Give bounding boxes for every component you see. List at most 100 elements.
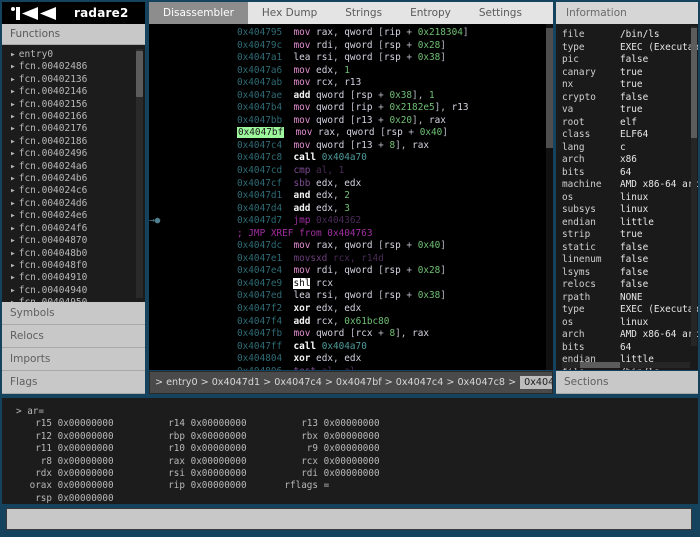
disassembly-line[interactable]: 0x404804 xor edx, edx (149, 353, 553, 366)
disassembly-line[interactable]: 0x4047d4 add edx, 3 (149, 203, 553, 216)
instruction-address[interactable]: 0x4047ff (237, 341, 282, 352)
sidebar-item-function[interactable]: ▸ fcn.00404940 (2, 285, 145, 297)
disassembly-line[interactable]: 0x404795 mov rax, qword [rip + 0x218304] (149, 27, 553, 40)
disassembly-line[interactable]: 0x4047a1 lea rsi, qword [rsp + 0x38] (149, 52, 553, 65)
sidebar-item-symbols[interactable]: Symbols (2, 302, 145, 325)
instruction-address[interactable]: 0x4047ab (237, 77, 282, 88)
sidebar-item-relocs[interactable]: Relocs (2, 325, 145, 348)
expand-arrow-icon[interactable]: ▸ (10, 260, 16, 271)
disassembly-line[interactable]: 0x4047ed lea rsi, qword [rsp + 0x38] (149, 290, 553, 303)
instruction-address[interactable]: 0x4047cf (237, 178, 282, 189)
sidebar-item-function[interactable]: ▸ fcn.004048f0 (2, 260, 145, 272)
instruction-address[interactable]: 0x4047f2 (237, 303, 282, 314)
expand-arrow-icon[interactable]: ▸ (10, 272, 16, 283)
disassembly-line[interactable]: 0x4047cf sbb edx, edx (149, 178, 553, 191)
expand-arrow-icon[interactable]: ▸ (10, 223, 16, 234)
expand-arrow-icon[interactable]: ▸ (10, 148, 16, 159)
instruction-address[interactable]: 0x4047a6 (237, 65, 282, 76)
instruction-address[interactable]: 0x404795 (237, 27, 282, 38)
sidebar-item-function[interactable]: ▸ fcn.004024f6 (2, 223, 145, 235)
sidebar-item-function[interactable]: ▸ fcn.00402146 (2, 86, 145, 98)
console-panel[interactable]: > ar= r15 0x00000000 r14 0x00000000 r13 0x0… (2, 398, 698, 504)
disassembly-line[interactable]: 0x4047ae add qword [rsp + 0x38], 1 (149, 90, 553, 103)
instruction-address[interactable]: 0x4047d7 (237, 215, 282, 226)
disassembly-line[interactable]: 0x4047b4 mov qword [rip + 0x2182e5], r13 (149, 102, 553, 115)
expand-arrow-icon[interactable]: ▸ (10, 185, 16, 196)
tab-disassembler[interactable]: Disassembler (149, 2, 248, 24)
sidebar-item-imports[interactable]: Imports (2, 348, 145, 371)
sections-panel-header[interactable]: Sections (556, 371, 698, 394)
instruction-address[interactable]: 0x404806 (237, 366, 282, 370)
sidebar-item-function[interactable]: ▸ fcn.00402496 (2, 148, 145, 160)
instruction-address[interactable]: 0x4047c4 (237, 140, 282, 151)
sidebar-item-function[interactable]: ▸ fcn.004024e6 (2, 210, 145, 222)
disassembly-line[interactable]: 0x4047ff call 0x404a70 (149, 341, 553, 354)
disassembly-line[interactable]: 0x4047c8 call 0x404a70 (149, 152, 553, 165)
disassembly-line[interactable]: 0x4047cd cmp al, 1 (149, 165, 553, 178)
expand-arrow-icon[interactable]: ▸ (10, 86, 16, 97)
instruction-address[interactable]: 0x4047f4 (237, 316, 282, 327)
sidebar-item-function[interactable]: ▸ fcn.004024d6 (2, 198, 145, 210)
sidebar-item-function[interactable]: ▸ fcn.00402156 (2, 99, 145, 111)
expand-arrow-icon[interactable]: ▸ (10, 161, 16, 172)
instruction-address[interactable]: 0x4047ed (237, 290, 282, 301)
sidebar-item-function[interactable]: ▸ fcn.004024c6 (2, 185, 145, 197)
expand-arrow-icon[interactable]: ▸ (10, 173, 16, 184)
instruction-address[interactable]: 0x4047d4 (237, 203, 282, 214)
sidebar-item-function[interactable]: ▸ fcn.004048b0 (2, 248, 145, 260)
tab-entropy[interactable]: Entropy (396, 2, 465, 24)
sidebar-item-function[interactable]: ▸ fcn.00404910 (2, 272, 145, 284)
disassembly-line[interactable]: 0x4047e1 movsxd rcx, r14d (149, 253, 553, 266)
breadcrumb-current-address[interactable]: 0x4047bf (520, 376, 552, 389)
disassembly-line[interactable]: 0x4047c4 mov qword [r13 + 8], rax (149, 140, 553, 153)
disassembly-line[interactable]: →● 0x4047d7 jmp 0x404362 (149, 215, 553, 228)
disassembly-line[interactable]: 0x4047bb mov qword [r13 + 0x20], rax (149, 115, 553, 128)
disassembly-line[interactable]: 0x404806 test al, al (149, 366, 553, 370)
tab-hex-dump[interactable]: Hex Dump (248, 2, 331, 24)
sidebar-item-function[interactable]: ▸ fcn.004024b6 (2, 173, 145, 185)
sidebar-item-function[interactable]: ▸ fcn.00402166 (2, 111, 145, 123)
disassembly-panel[interactable]: 0x404795 mov rax, qword [rip + 0x218304]… (149, 24, 553, 370)
expand-arrow-icon[interactable]: ▸ (10, 74, 16, 85)
expand-arrow-icon[interactable]: ▸ (10, 210, 16, 221)
sidebar-item-function[interactable]: ▸ entry0 (2, 49, 145, 61)
instruction-address[interactable]: 0x4047bb (237, 115, 282, 126)
sidebar-item-function[interactable]: ▸ fcn.00402136 (2, 74, 145, 86)
disassembly-line[interactable]: 0x4047e4 mov rdi, qword [rsp + 0x28] (149, 265, 553, 278)
sidebar-item-flags[interactable]: Flags (2, 371, 145, 394)
disassembly-line[interactable]: 0x4047f2 xor edx, edx (149, 303, 553, 316)
disassembly-line[interactable]: 0x4047dc mov rax, qword [rsp + 0x40] (149, 240, 553, 253)
expand-arrow-icon[interactable]: ▸ (10, 297, 16, 302)
information-scrollbar-thumb[interactable] (691, 28, 697, 138)
sidebar-item-function[interactable]: ▸ fcn.00402486 (2, 61, 145, 73)
disassembly-line[interactable]: 0x4047ab mov rcx, r13 (149, 77, 553, 90)
instruction-address[interactable]: 0x4047bf (237, 127, 285, 139)
expand-arrow-icon[interactable]: ▸ (10, 111, 16, 122)
information-panel[interactable]: file/bin/ls type EXEC (Executabl pic false ca… (556, 24, 698, 370)
instruction-address[interactable]: 0x4047e1 (237, 253, 282, 264)
instruction-address[interactable]: 0x4047cd (237, 165, 282, 176)
instruction-address[interactable]: 0x404804 (237, 353, 282, 364)
instruction-address[interactable]: 0x4047e9 (237, 278, 282, 289)
command-input[interactable] (6, 508, 692, 530)
sidebar-item-function[interactable]: ▸ fcn.00402186 (2, 136, 145, 148)
instruction-address[interactable]: 0x4047dc (237, 240, 282, 251)
expand-arrow-icon[interactable]: ▸ (10, 123, 16, 134)
functions-scrollbar-thumb[interactable] (136, 51, 143, 97)
expand-arrow-icon[interactable]: ▸ (10, 99, 16, 110)
expand-arrow-icon[interactable]: ▸ (10, 136, 16, 147)
breadcrumb[interactable]: > entry0 > 0x4047d1 > 0x4047c4 > 0x4047b… (149, 371, 553, 394)
instruction-address[interactable]: 0x4047e4 (237, 265, 282, 276)
instruction-address[interactable]: 0x4047ae (237, 90, 282, 101)
functions-panel-header[interactable]: Functions (2, 24, 145, 45)
disassembly-line[interactable]: 0x4047bf mov rax, qword [rsp + 0x40] (149, 127, 553, 140)
disassembly-line[interactable]: 0x4047e9 shl rcx (149, 277, 553, 291)
sidebar-item-function[interactable]: ▸ fcn.004024a6 (2, 161, 145, 173)
expand-arrow-icon[interactable]: ▸ (10, 248, 16, 259)
disassembly-line[interactable]: 0x40479c mov rdi, qword [rsp + 0x28] (149, 40, 553, 53)
expand-arrow-icon[interactable]: ▸ (10, 198, 16, 209)
information-hscrollbar-thumb[interactable] (580, 362, 620, 368)
instruction-address[interactable]: 0x4047d1 (237, 190, 282, 201)
instruction-address[interactable]: 0x4047c8 (237, 152, 282, 163)
sidebar-item-function[interactable]: ▸ fcn.00402176 (2, 123, 145, 135)
